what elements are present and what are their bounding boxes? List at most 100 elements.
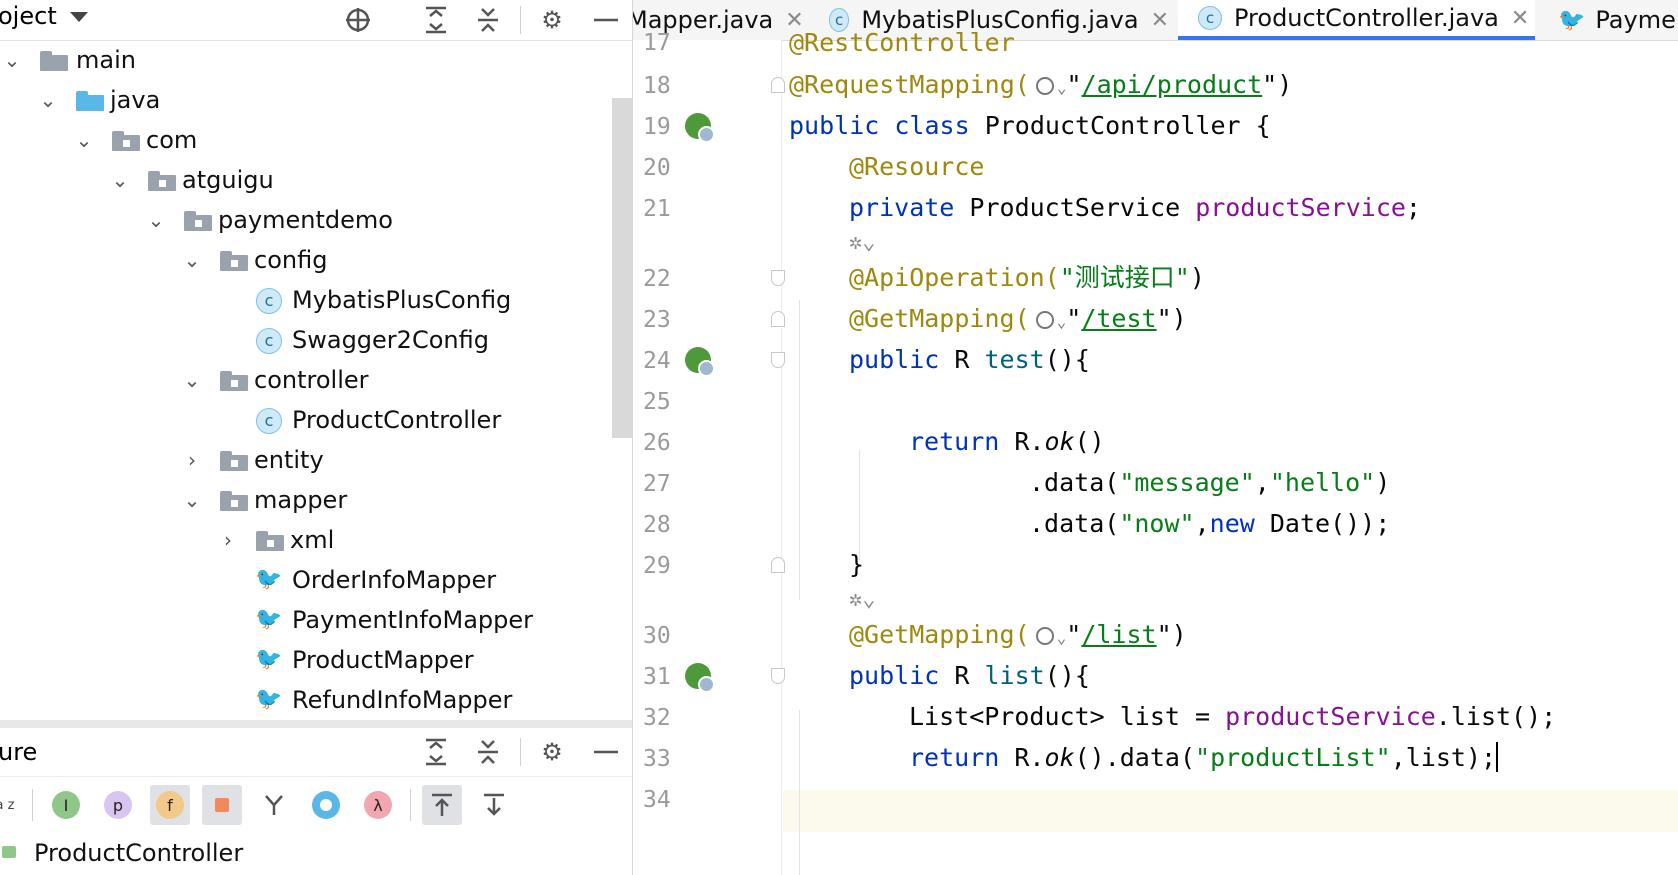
spring-bean-icon[interactable] (685, 347, 715, 377)
editor-gutter: 17 18 19 20 21 22 23 24 25 26 27 28 29 3… (633, 30, 785, 875)
minimize-icon[interactable] (590, 4, 622, 36)
tab-payment[interactable]: 🐦 Paymen (1548, 0, 1678, 40)
ai-hint-icon[interactable]: ✲⌄ (849, 228, 876, 258)
chevron-down-icon[interactable]: ⌄ (110, 168, 130, 192)
spring-bean-icon[interactable] (685, 113, 715, 143)
show-non-public-icon[interactable] (202, 785, 242, 825)
gear-icon[interactable]: ⚙ (536, 4, 568, 36)
tree-item-label: MybatisPlusConfig (292, 286, 512, 314)
code-line-27: .data("message","hello") (1029, 468, 1391, 497)
chevron-down-icon[interactable]: ⌄ (74, 128, 94, 152)
tree-item-orderinfomapper[interactable]: 🐦 OrderInfoMapper (0, 560, 632, 600)
tree-item-productmapper[interactable]: 🐦 ProductMapper (0, 640, 632, 680)
line-number: 34 (643, 787, 671, 813)
package-icon (220, 491, 248, 511)
code-area[interactable]: @RestController @RequestMapping(⌄"/api/p… (783, 28, 1678, 875)
chevron-down-icon[interactable]: ⌄ (182, 368, 202, 392)
expand-all-icon[interactable] (420, 736, 452, 768)
tree-item-mybatisplusconfig[interactable]: c MybatisPlusConfig (0, 280, 632, 320)
sort-alpha-icon[interactable]: a z (0, 785, 20, 825)
tab-label: Paymen (1595, 6, 1678, 34)
tree-scrollbar[interactable] (612, 98, 632, 438)
project-tree: ⌄ main ⌄ java ⌄ com ⌄ atguigu ⌄ paymentd… (0, 40, 632, 720)
show-inherited-icon[interactable]: I (46, 785, 86, 825)
chevron-right-icon[interactable]: › (218, 528, 238, 552)
tree-item-entity[interactable]: › entity (0, 440, 632, 480)
globe-icon[interactable] (1035, 311, 1054, 329)
view-dropdown-icon[interactable] (70, 12, 88, 22)
collapse-all-icon[interactable] (472, 736, 504, 768)
class-icon: c (256, 408, 282, 434)
chevron-down-icon[interactable]: ⌄ (182, 488, 202, 512)
project-header: oject ⚙ (0, 0, 632, 41)
tree-item-label: ProductMapper (292, 646, 474, 674)
tree-item-label: config (254, 246, 328, 274)
minimize-icon[interactable] (590, 736, 622, 768)
structure-item-productcontroller[interactable]: ProductController (0, 834, 632, 875)
show-fields-icon[interactable]: f (150, 785, 190, 825)
globe-icon[interactable] (1035, 627, 1054, 645)
code-line-32: List<Product> list = productService.list… (909, 702, 1557, 731)
code-line-20: @Resource (849, 152, 985, 181)
autoscroll-to-source-icon[interactable] (422, 785, 462, 825)
spring-bean-icon[interactable] (685, 663, 715, 693)
line-number: 27 (643, 471, 671, 497)
tree-item-controller[interactable]: ⌄ controller (0, 360, 632, 400)
tree-item-refundinfomapper[interactable]: 🐦 RefundInfoMapper (0, 680, 632, 720)
line-number: 22 (643, 266, 671, 292)
globe-icon[interactable] (1035, 77, 1054, 95)
chevron-down-icon[interactable]: ⌄ (146, 208, 166, 232)
tree-item-xml[interactable]: › xml (0, 520, 632, 560)
show-hierarchy-icon[interactable] (254, 785, 294, 825)
tree-item-java[interactable]: ⌄ java (0, 80, 632, 120)
code-line-28: .data("now",new Date()); (1029, 509, 1391, 538)
package-icon (184, 211, 212, 231)
collapse-all-icon[interactable] (472, 4, 504, 36)
close-icon[interactable]: ✕ (1151, 8, 1169, 33)
tree-item-paymentdemo[interactable]: ⌄ paymentdemo (0, 200, 632, 240)
gear-icon[interactable]: ⚙ (536, 736, 568, 768)
tree-item-mapper[interactable]: ⌄ mapper (0, 480, 632, 520)
package-icon (112, 131, 140, 151)
show-properties-icon[interactable]: p (98, 785, 138, 825)
tree-item-label: paymentdemo (218, 206, 393, 234)
tree-item-config[interactable]: ⌄ config (0, 240, 632, 280)
tree-item-paymentinfomapper[interactable]: 🐦 PaymentInfoMapper (0, 600, 632, 640)
show-anonymous-icon[interactable] (306, 785, 346, 825)
chevron-down-icon[interactable]: ⌄ (2, 48, 22, 72)
tree-item-swagger2config[interactable]: c Swagger2Config (0, 320, 632, 360)
toolbar-separator (410, 789, 411, 821)
project-view-title[interactable]: oject (0, 2, 57, 30)
tree-item-com[interactable]: ⌄ com (0, 120, 632, 160)
class-icon: c (256, 288, 282, 314)
mybatis-bird-icon: 🐦 (255, 567, 283, 592)
sort-alpha-label: a z (0, 797, 15, 813)
tree-item-productcontroller[interactable]: c ProductController (0, 400, 632, 440)
tree-item-main[interactable]: ⌄ main (0, 40, 632, 80)
toolbar-separator (520, 738, 521, 766)
toolbar-separator (32, 789, 33, 821)
chevron-down-icon[interactable]: ⌄ (38, 88, 58, 112)
tree-item-label: Swagger2Config (292, 326, 489, 354)
pane-splitter[interactable] (0, 720, 632, 728)
line-number: 20 (643, 155, 671, 181)
autoscroll-from-source-icon[interactable] (474, 785, 514, 825)
chevron-down-icon[interactable]: ⌄ (182, 248, 202, 272)
code-line-18: @RequestMapping(⌄"/api/product") (789, 70, 1293, 99)
source-folder-icon (76, 91, 104, 111)
show-lambdas-icon[interactable]: λ (358, 785, 398, 825)
chevron-down-icon[interactable]: ⌄ (1057, 312, 1067, 331)
tree-item-label: atguigu (182, 166, 274, 194)
chevron-right-icon[interactable]: › (182, 448, 202, 472)
line-number: 21 (643, 196, 671, 222)
tab-productcontroller-java[interactable]: c ProductController.java ✕ (1178, 0, 1535, 40)
close-icon[interactable]: ✕ (1511, 6, 1529, 31)
code-line-33: return R.ok().data("productList",list); (909, 742, 1499, 772)
package-icon (256, 531, 284, 551)
locate-crosshair-icon[interactable] (342, 4, 374, 36)
expand-all-icon[interactable] (420, 4, 452, 36)
chevron-down-icon[interactable]: ⌄ (1057, 78, 1067, 97)
ai-hint-icon[interactable]: ✲⌄ (849, 585, 876, 615)
tree-item-atguigu[interactable]: ⌄ atguigu (0, 160, 632, 200)
chevron-down-icon[interactable]: ⌄ (1057, 628, 1067, 647)
